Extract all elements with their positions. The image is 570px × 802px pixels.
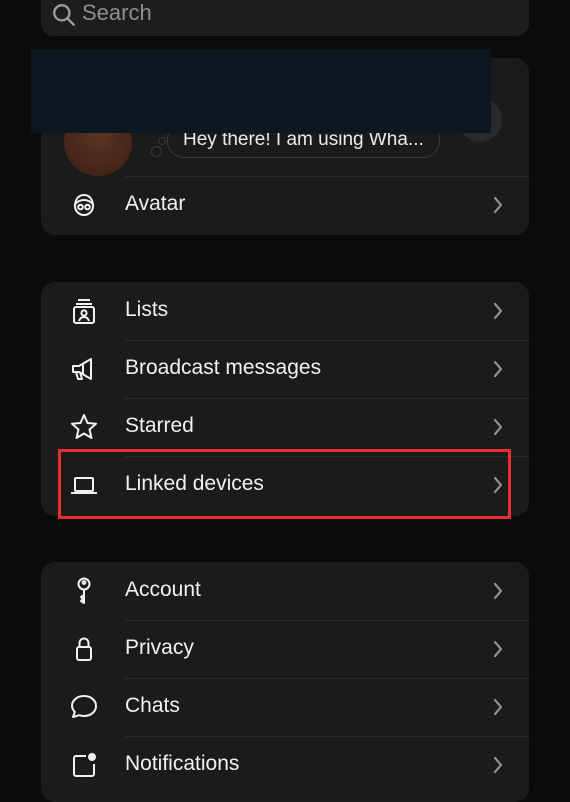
chevron-right-icon	[493, 302, 503, 320]
chevron-right-icon	[493, 360, 503, 378]
settings-item-label: Account	[125, 578, 201, 601]
settings-item-avatar[interactable]: Avatar	[41, 176, 529, 234]
star-icon	[71, 414, 97, 439]
search-bar[interactable]: Search	[41, 0, 529, 36]
settings-item-privacy[interactable]: Privacy	[41, 620, 529, 678]
settings-item-label: Broadcast messages	[125, 356, 322, 379]
chevron-right-icon	[493, 640, 503, 658]
notification-icon	[73, 753, 96, 777]
chevron-right-icon	[493, 418, 503, 436]
status-bubble-tail-small	[158, 137, 166, 145]
settings-item-broadcast[interactable]: Broadcast messages	[41, 340, 529, 398]
settings-item-starred[interactable]: Starred	[41, 398, 529, 456]
chat-bubble-icon	[71, 695, 97, 718]
lists-icon	[73, 299, 95, 324]
avatar-icon	[73, 193, 95, 217]
settings-item-label: Notifications	[125, 752, 240, 775]
settings-item-label: Chats	[125, 694, 180, 717]
redaction-block	[31, 49, 491, 133]
settings-item-label: Avatar	[125, 192, 186, 215]
chevron-right-icon	[493, 196, 503, 214]
megaphone-icon	[72, 358, 92, 380]
status-bubble-tail-large	[151, 146, 162, 157]
chevron-right-icon	[493, 756, 503, 774]
settings-item-notifications[interactable]: Notifications	[41, 736, 529, 794]
search-icon	[53, 4, 75, 26]
settings-item-chats[interactable]: Chats	[41, 678, 529, 736]
settings-item-lists[interactable]: Lists	[41, 282, 529, 340]
chevron-right-icon	[493, 582, 503, 600]
key-icon	[77, 577, 91, 604]
settings-card: Account Privacy Chats Notifications	[41, 562, 529, 802]
search-placeholder: Search	[82, 0, 152, 25]
lock-icon	[76, 637, 92, 661]
settings-item-label: Lists	[125, 298, 169, 321]
settings-item-account[interactable]: Account	[41, 562, 529, 620]
highlight-box	[58, 449, 511, 519]
settings-item-label: Privacy	[125, 636, 194, 659]
chevron-right-icon	[493, 698, 503, 716]
settings-item-label: Starred	[125, 414, 194, 437]
